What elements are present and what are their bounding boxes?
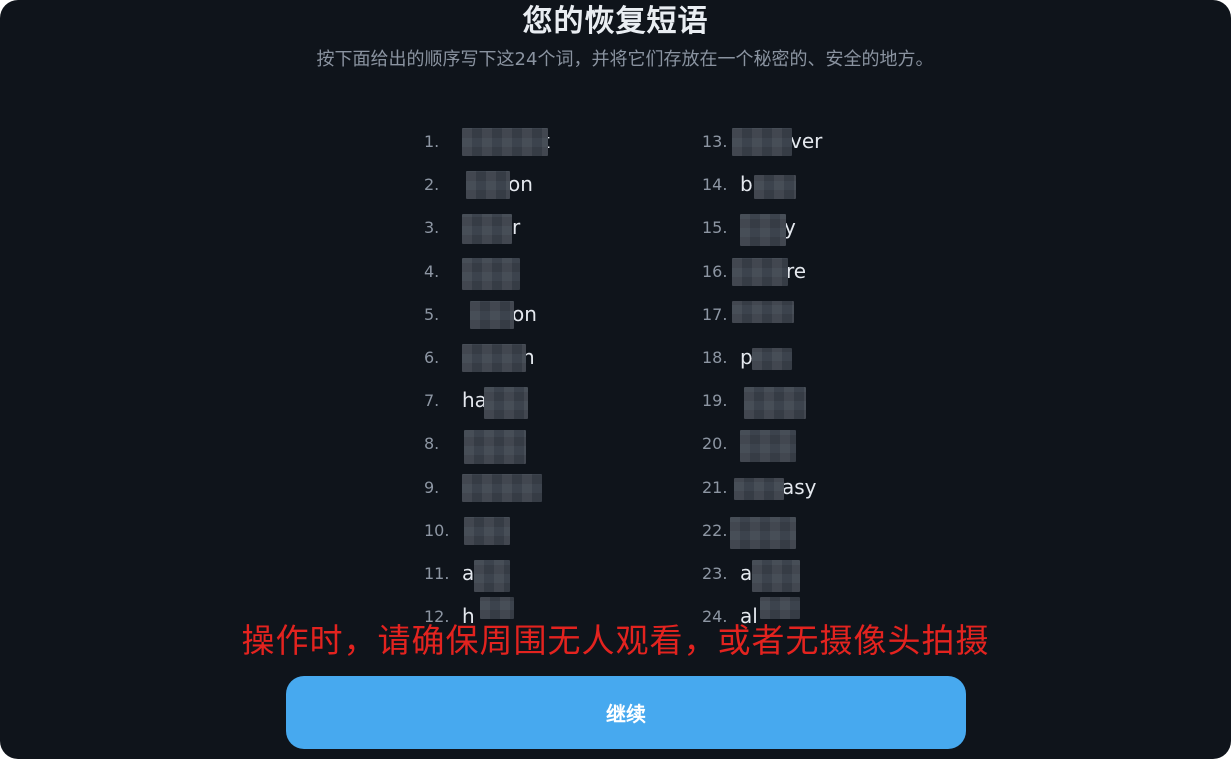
blur-mask <box>462 128 548 156</box>
word-number: 10. <box>424 520 450 540</box>
blur-mask <box>732 128 792 156</box>
word-number: 23. <box>702 563 728 583</box>
phrase-word: r <box>512 215 521 240</box>
blur-mask <box>470 300 514 329</box>
word-number: 2. <box>424 175 440 195</box>
blur-mask <box>740 214 786 247</box>
word-number: 3. <box>424 218 440 238</box>
blur-mask <box>730 516 796 549</box>
blur-mask <box>474 559 510 592</box>
word-number: 16. <box>702 261 728 281</box>
continue-button[interactable]: 继续 <box>286 676 966 749</box>
page-title: 您的恢复短语 <box>522 4 709 39</box>
word-number: 17. <box>702 304 728 324</box>
word-number: 4. <box>424 261 440 281</box>
word-number: 9. <box>424 477 440 497</box>
phrase-word: b <box>740 172 753 197</box>
blur-mask <box>752 559 800 592</box>
phrase-word: p <box>740 344 753 369</box>
blur-mask <box>464 430 526 465</box>
phrase-word: re <box>786 258 807 283</box>
blur-mask <box>462 473 542 502</box>
blur-mask <box>462 257 520 290</box>
privacy-warning: 操作时，请确保周围无人观看，或者无摄像头拍摄 <box>241 621 990 660</box>
word-number: 5. <box>424 304 440 324</box>
word-number: 14. <box>702 175 728 195</box>
blur-mask <box>462 214 512 245</box>
blur-mask <box>732 257 788 286</box>
blur-mask <box>484 387 528 420</box>
blur-mask <box>744 387 806 420</box>
word-number: 18. <box>702 347 728 367</box>
blur-mask <box>732 300 794 323</box>
phrase-word: on <box>508 172 533 197</box>
word-number: 20. <box>702 434 728 454</box>
recovery-phrase-screen: 您的恢复短语 按下面给出的顺序写下这24个词，并将它们存放在一个秘密的、安全的地… <box>0 0 1231 759</box>
phrase-word: on <box>512 301 537 326</box>
phrase-word: ver <box>790 129 823 153</box>
page-subtitle: 按下面给出的顺序写下这24个词，并将它们存放在一个秘密的、安全的地方。 <box>316 49 934 70</box>
word-number: 6. <box>424 347 440 367</box>
blur-mask <box>464 516 510 545</box>
blur-mask <box>752 347 792 370</box>
word-number: 7. <box>424 391 440 411</box>
word-number: 15. <box>702 218 728 238</box>
word-number: 1. <box>424 132 440 151</box>
blur-mask <box>740 430 796 463</box>
word-number: 11. <box>424 563 450 583</box>
word-number: 19. <box>702 391 728 411</box>
blur-mask <box>734 477 784 500</box>
word-number: 21. <box>702 477 728 497</box>
word-number: 8. <box>424 434 440 454</box>
word-number: 13. <box>702 132 728 151</box>
blur-mask <box>754 175 796 200</box>
blur-mask <box>466 171 510 200</box>
word-number: 22. <box>702 520 728 540</box>
continue-button-label: 继续 <box>606 702 646 726</box>
blur-mask <box>462 343 526 372</box>
phrase-word: asy <box>782 474 817 499</box>
